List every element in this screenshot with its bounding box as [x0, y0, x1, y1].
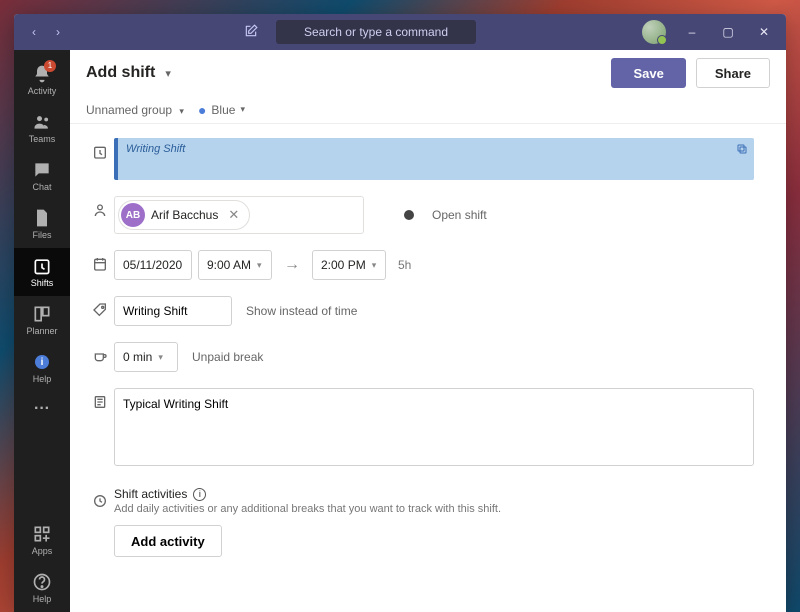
shift-preview-card: Writing Shift [114, 138, 754, 180]
form-content: Writing Shift [70, 124, 786, 612]
end-time-field[interactable]: 2:00 PM▾ [312, 250, 386, 280]
rail-label: Planner [26, 326, 57, 336]
group-dropdown[interactable]: Unnamed group ▾ [86, 103, 184, 117]
person-name: Arif Bacchus [151, 208, 218, 222]
activities-description: Add daily activities or any additional b… [114, 503, 754, 515]
forward-button[interactable]: › [48, 25, 68, 39]
shift-icon [92, 144, 108, 160]
avatar[interactable] [642, 20, 666, 44]
page-title: Add shift [86, 64, 155, 82]
page-header: Add shift ▾ Save Share [70, 50, 786, 96]
rail-label: Shifts [31, 278, 54, 288]
save-button[interactable]: Save [611, 58, 685, 88]
custom-label-field[interactable] [114, 296, 232, 326]
show-instead-label[interactable]: Show instead of time [246, 304, 357, 318]
calendar-icon [92, 256, 108, 272]
info-icon[interactable]: i [193, 488, 206, 501]
tag-icon [92, 302, 108, 318]
open-shift-label: Open shift [432, 208, 487, 222]
break-duration-field[interactable]: 0 min▾ [114, 342, 178, 372]
copy-icon[interactable] [736, 143, 748, 158]
rail-item-more[interactable]: ··· [14, 392, 70, 426]
subheader: Unnamed group ▾ ● Blue ▾ [70, 96, 786, 124]
main-pane: Add shift ▾ Save Share Unnamed group ▾ ●… [70, 50, 786, 612]
rail-label: Files [32, 230, 51, 240]
shifts-icon [32, 256, 52, 276]
notes-icon [92, 394, 108, 410]
people-picker[interactable]: AB Arif Bacchus ✕ [114, 196, 364, 234]
color-dropdown[interactable]: ● Blue ▾ [198, 103, 245, 117]
rail-item-apps[interactable]: Apps [14, 516, 70, 564]
rail-item-help-top[interactable]: i Help [14, 344, 70, 392]
person-initials: AB [121, 203, 145, 227]
search-input[interactable]: Search or type a command [276, 20, 476, 44]
break-label: Unpaid break [192, 350, 263, 364]
rail-label: Chat [32, 182, 51, 192]
shift-preview-title: Writing Shift [126, 143, 746, 155]
chevron-down-icon[interactable]: ▾ [165, 67, 171, 80]
person-chip: AB Arif Bacchus ✕ [118, 200, 250, 230]
apps-icon [32, 524, 52, 544]
open-shift-dot [404, 210, 414, 220]
rail-label: Apps [32, 546, 53, 556]
teams-icon [32, 112, 52, 132]
add-activity-button[interactable]: Add activity [114, 525, 222, 557]
notes-field[interactable] [114, 388, 754, 466]
maximize-button[interactable]: ▢ [710, 14, 746, 50]
title-bar: ‹ › Search or type a command – ▢ ✕ [14, 14, 786, 50]
chat-icon [32, 160, 52, 180]
help-dot-icon: i [32, 352, 52, 372]
arrow-right-icon: → [278, 256, 306, 274]
activities-heading: Shift activities i [114, 487, 754, 501]
shift-duration: 5h [398, 258, 411, 272]
rail-item-activity[interactable]: 1 Activity [14, 56, 70, 104]
files-icon [32, 208, 52, 228]
rail-label: Activity [28, 86, 57, 96]
coffee-icon [92, 348, 108, 364]
compose-icon[interactable] [244, 24, 258, 41]
chevron-down-icon: ▾ [179, 106, 184, 116]
minimize-button[interactable]: – [674, 14, 710, 50]
rail-item-teams[interactable]: Teams [14, 104, 70, 152]
start-time-field[interactable]: 9:00 AM▾ [198, 250, 272, 280]
help-icon [32, 572, 52, 592]
rail-item-help[interactable]: Help [14, 564, 70, 612]
app-rail: 1 Activity Teams Chat Files Shifts [14, 50, 70, 612]
person-icon [92, 202, 108, 218]
rail-item-chat[interactable]: Chat [14, 152, 70, 200]
back-button[interactable]: ‹ [24, 25, 44, 39]
ellipsis-icon: ··· [34, 400, 50, 418]
clock-icon [92, 493, 108, 509]
rail-label: Help [33, 374, 52, 384]
rail-item-shifts[interactable]: Shifts [14, 248, 70, 296]
close-button[interactable]: ✕ [746, 14, 782, 50]
planner-icon [32, 304, 52, 324]
rail-item-files[interactable]: Files [14, 200, 70, 248]
remove-person-button[interactable]: ✕ [224, 207, 243, 223]
chevron-down-icon: ▾ [240, 104, 245, 115]
open-shift-toggle[interactable]: Open shift [404, 208, 487, 222]
rail-item-planner[interactable]: Planner [14, 296, 70, 344]
activity-badge: 1 [44, 60, 56, 72]
rail-label: Teams [29, 134, 56, 144]
share-button[interactable]: Share [696, 58, 770, 88]
rail-label: Help [33, 594, 52, 604]
date-field[interactable]: 05/11/2020 [114, 250, 192, 280]
app-window: ‹ › Search or type a command – ▢ ✕ 1 Act… [14, 14, 786, 612]
